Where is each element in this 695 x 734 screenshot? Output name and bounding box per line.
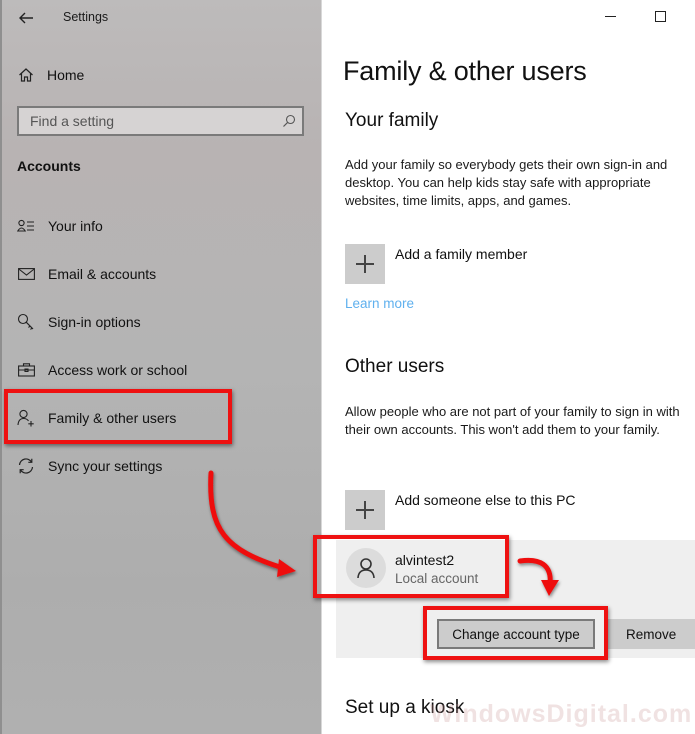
add-family-member-button[interactable] xyxy=(345,244,385,284)
sidebar-item-label: Email & accounts xyxy=(48,266,157,282)
sync-icon xyxy=(16,457,36,475)
title-bar xyxy=(2,0,321,36)
briefcase-icon xyxy=(16,361,36,379)
app-title: Settings xyxy=(63,10,109,24)
sidebar-item-sync-settings[interactable]: Sync your settings xyxy=(16,455,162,477)
back-button[interactable] xyxy=(16,8,36,28)
minimize-icon[interactable] xyxy=(605,16,616,17)
sidebar-item-sign-in-options[interactable]: Sign-in options xyxy=(16,311,141,333)
search-icon[interactable] xyxy=(282,114,296,128)
add-family-member-label[interactable]: Add a family member xyxy=(395,246,527,262)
heading-your-family: Your family xyxy=(345,110,439,131)
sidebar-item-label: Sync your settings xyxy=(48,458,163,474)
sidebar-home[interactable]: Home xyxy=(18,64,84,86)
sidebar-item-your-info[interactable]: Your info xyxy=(16,215,103,237)
user-name: alvintest2 xyxy=(395,552,455,568)
other-users-description: Allow people who are not part of your fa… xyxy=(345,404,680,437)
user-account-type: Local account xyxy=(395,571,479,586)
learn-more-link[interactable]: Learn more xyxy=(345,296,414,311)
sidebar-item-label: Family & other users xyxy=(48,410,177,426)
add-someone-else-label[interactable]: Add someone else to this PC xyxy=(395,492,576,508)
change-account-type-button[interactable]: Change account type xyxy=(437,619,595,649)
person-list-icon xyxy=(16,217,36,235)
heading-other-users: Other users xyxy=(345,356,445,377)
sidebar-item-email-accounts[interactable]: Email & accounts xyxy=(16,263,156,285)
home-label: Home xyxy=(47,67,85,83)
sidebar-item-access-work-school[interactable]: Access work or school xyxy=(16,359,187,381)
avatar xyxy=(346,548,386,588)
user-icon xyxy=(357,558,375,579)
remove-button[interactable]: Remove xyxy=(608,619,695,649)
key-icon xyxy=(16,313,36,331)
page-title: Family & other users xyxy=(343,56,587,86)
maximize-icon[interactable] xyxy=(655,11,666,22)
mail-icon xyxy=(16,265,36,283)
sidebar-item-label: Access work or school xyxy=(48,362,188,378)
watermark: WindowsDigital.com xyxy=(430,700,693,728)
your-family-description: Add your family so everybody gets their … xyxy=(345,157,668,208)
search-placeholder: Find a setting xyxy=(30,113,115,129)
section-label-accounts: Accounts xyxy=(17,158,81,174)
search-input[interactable]: Find a setting xyxy=(17,106,304,136)
sidebar-item-label: Sign-in options xyxy=(48,314,141,330)
sidebar-item-label: Your info xyxy=(48,218,103,234)
person-add-icon xyxy=(16,409,36,427)
sidebar-item-family-other-users[interactable]: Family & other users xyxy=(16,407,176,429)
back-arrow-icon xyxy=(19,12,33,24)
home-icon xyxy=(19,68,33,82)
add-someone-else-button[interactable] xyxy=(345,490,385,530)
